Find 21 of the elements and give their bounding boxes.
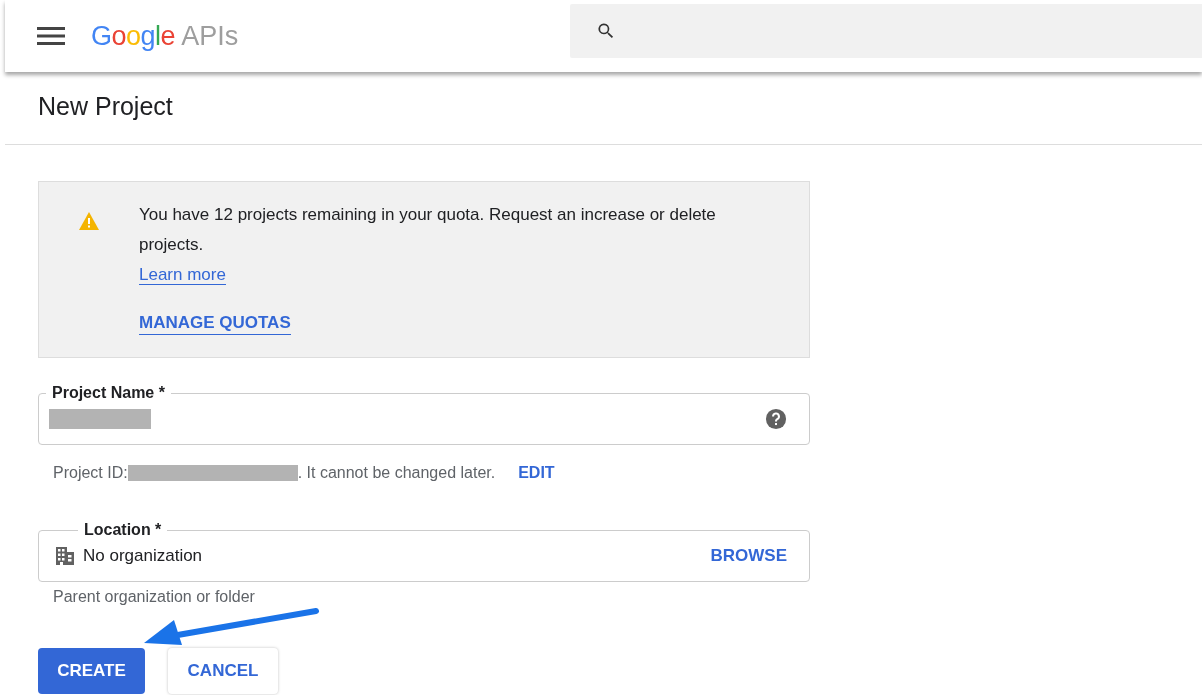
field-label: Project Name * <box>46 383 171 403</box>
browse-link[interactable]: BROWSE <box>710 546 787 566</box>
create-button[interactable]: CREATE <box>38 648 145 694</box>
search-icon <box>596 21 616 41</box>
help-icon[interactable] <box>765 408 787 430</box>
hint-text: . It cannot be changed later. <box>297 464 496 482</box>
edit-link[interactable]: EDIT <box>518 464 555 482</box>
warning-icon <box>79 212 99 230</box>
logo[interactable]: Google <box>91 20 176 52</box>
building-icon <box>55 546 75 566</box>
cancel-button[interactable]: CANCEL <box>168 648 278 694</box>
helper-text: Parent organization or folder <box>53 588 255 605</box>
learn-more-link[interactable]: Learn more <box>139 265 226 285</box>
menu-icon[interactable] <box>37 26 65 46</box>
field-value: No organization <box>83 546 203 566</box>
hint-text: Project ID: <box>53 464 128 482</box>
manage-quotas-link[interactable]: MANAGE QUOTAS <box>139 312 291 335</box>
page-title: New Project <box>38 92 173 121</box>
quota-message: You have 12 projects remaining in your quota. Request an increase or delete projects. <box>139 204 717 256</box>
product-name: APIs <box>181 20 239 52</box>
search-field[interactable] <box>570 4 1202 58</box>
